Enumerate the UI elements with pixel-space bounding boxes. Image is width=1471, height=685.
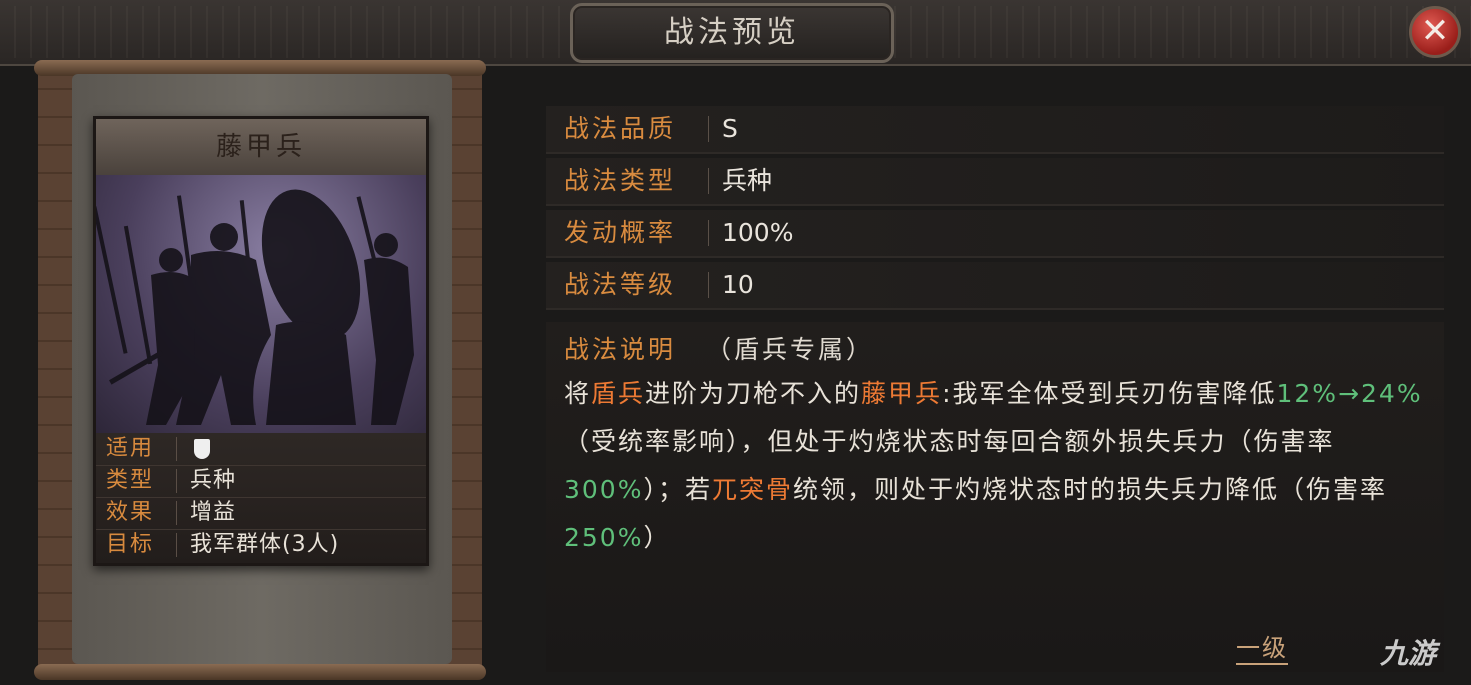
card-artwork [96, 175, 426, 433]
attr-row-quality: 战法品质 S [546, 106, 1444, 154]
desc-part: ） [643, 523, 671, 552]
desc-part: （受统率影响），但处于灼烧状态时每回合额外损失兵力（伤害率 [564, 427, 1335, 456]
desc-part-value: 250% [564, 523, 644, 552]
info-value: 增益 [190, 500, 237, 525]
desc-part-keyword: 兀突骨 [712, 475, 794, 504]
attr-row-probability: 发动概率 100% [546, 210, 1444, 258]
close-icon: ✕ [1420, 11, 1450, 51]
desc-part: ）；若 [643, 475, 712, 504]
desc-part-value: 300% [564, 475, 644, 504]
desc-part-keyword: 藤甲兵 [861, 379, 943, 408]
attr-label: 战法品质 [564, 114, 677, 143]
tactic-card: 藤甲兵 适用 类型 兵种 效果 增益 目标 我军群体(3人) [93, 116, 429, 566]
attr-value: 10 [722, 270, 754, 299]
title-plate: 战法预览 [570, 3, 894, 63]
soldiers-silhouette-image [96, 189, 414, 425]
divider [708, 272, 709, 298]
info-label: 类型 [106, 468, 155, 493]
info-value: 我军群体(3人) [190, 532, 340, 557]
description-note: （盾兵专属） [706, 335, 875, 364]
divider [176, 533, 177, 557]
info-label: 目标 [106, 532, 155, 557]
desc-part: :我军全体受到兵刃伤害降低 [942, 379, 1277, 408]
info-value: 兵种 [190, 468, 237, 493]
card-title-bar: 藤甲兵 [96, 119, 426, 177]
attr-label: 战法等级 [564, 270, 677, 299]
divider [708, 168, 709, 194]
description-text: 将盾兵进阶为刀枪不入的藤甲兵:我军全体受到兵刃伤害降低12%→24% （受统率影响… [564, 370, 1434, 562]
card-name: 藤甲兵 [215, 132, 306, 162]
attr-label: 发动概率 [564, 218, 677, 247]
description-panel: 战法说明 （盾兵专属） 将盾兵进阶为刀枪不入的藤甲兵:我军全体受到兵刃伤害降低12… [546, 322, 1444, 672]
desc-part-value: 12%→24% [1276, 379, 1423, 408]
divider [176, 437, 177, 461]
scroll-bottom-rod [34, 664, 486, 680]
divider [176, 469, 177, 493]
watermark-logo: 九游 [1380, 637, 1437, 670]
attr-row-level: 战法等级 10 [546, 262, 1444, 310]
desc-part: 将 [564, 379, 592, 408]
info-row-applicable: 适用 [96, 433, 426, 466]
divider [708, 116, 709, 142]
attr-label: 战法类型 [564, 166, 677, 195]
description-label: 战法说明 [564, 335, 677, 364]
header-bar: 战法预览 ✕ [0, 0, 1471, 66]
desc-part: 统领，则处于灼烧状态时的损失兵力降低（伤害率 [793, 475, 1388, 504]
card-info-table: 适用 类型 兵种 效果 增益 目标 我军群体(3人) [96, 433, 426, 563]
info-label: 适用 [106, 436, 155, 461]
attr-value: S [722, 114, 738, 143]
level-link[interactable]: 一级 [1236, 628, 1288, 665]
close-button[interactable]: ✕ [1409, 6, 1461, 58]
divider [176, 501, 177, 525]
attr-value: 兵种 [722, 166, 773, 195]
window-title: 战法预览 [664, 15, 800, 50]
shield-icon [194, 439, 210, 459]
info-row-effect: 效果 增益 [96, 497, 426, 530]
divider [708, 220, 709, 246]
info-row-type: 类型 兵种 [96, 465, 426, 498]
desc-part-keyword: 盾兵 [591, 379, 646, 408]
description-header: 战法说明 （盾兵专属） [564, 330, 874, 370]
attr-value: 100% [722, 218, 794, 247]
info-label: 效果 [106, 500, 155, 525]
attr-row-type: 战法类型 兵种 [546, 158, 1444, 206]
info-row-target: 目标 我军群体(3人) [96, 529, 426, 561]
desc-part: 进阶为刀枪不入的 [645, 379, 862, 408]
